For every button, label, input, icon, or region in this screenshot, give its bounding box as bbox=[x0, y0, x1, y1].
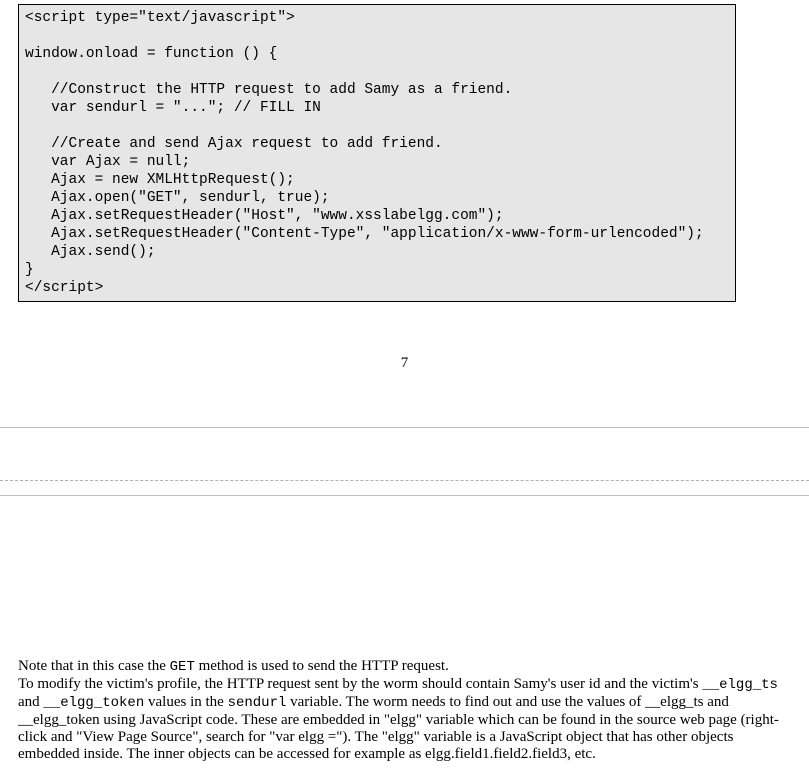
code-block: <script type="text/javascript"> window.o… bbox=[18, 4, 736, 302]
code-line: } bbox=[25, 262, 34, 278]
inline-code: GET bbox=[170, 659, 195, 675]
document-page: <script type="text/javascript"> window.o… bbox=[0, 0, 809, 773]
body-paragraph: Note that in this case the GET method is… bbox=[18, 658, 788, 763]
page-number: 7 bbox=[0, 355, 809, 372]
inline-code: sendurl bbox=[228, 695, 287, 711]
code-line: Ajax.setRequestHeader("Content-Type", "a… bbox=[25, 226, 704, 242]
text-run: values in the bbox=[144, 694, 227, 710]
code-line: Ajax.send(); bbox=[25, 244, 156, 260]
inline-code: __elgg_token bbox=[43, 695, 144, 711]
code-line: Ajax.setRequestHeader("Host", "www.xssla… bbox=[25, 208, 504, 224]
section-divider bbox=[0, 427, 809, 428]
code-line: Ajax = new XMLHttpRequest(); bbox=[25, 172, 295, 188]
code-line: var sendurl = "..."; // FILL IN bbox=[25, 100, 321, 116]
code-line: <script type="text/javascript"> bbox=[25, 10, 295, 26]
code-line: var Ajax = null; bbox=[25, 154, 190, 170]
code-line: </script> bbox=[25, 280, 103, 296]
code-line: Ajax.open("GET", sendurl, true); bbox=[25, 190, 330, 206]
inline-code: __elgg_ts bbox=[702, 677, 778, 693]
code-line: //Construct the HTTP request to add Samy… bbox=[25, 82, 512, 98]
code-line: //Create and send Ajax request to add fr… bbox=[25, 136, 443, 152]
text-run: To modify the victim's profile, the HTTP… bbox=[18, 676, 702, 692]
text-run: Note that in this case the bbox=[18, 658, 170, 674]
text-run: and bbox=[18, 694, 43, 710]
page-break-dashed bbox=[0, 480, 809, 481]
code-line: window.onload = function () { bbox=[25, 46, 277, 62]
text-run: method is used to send the HTTP request. bbox=[195, 658, 449, 674]
section-divider bbox=[0, 495, 809, 496]
